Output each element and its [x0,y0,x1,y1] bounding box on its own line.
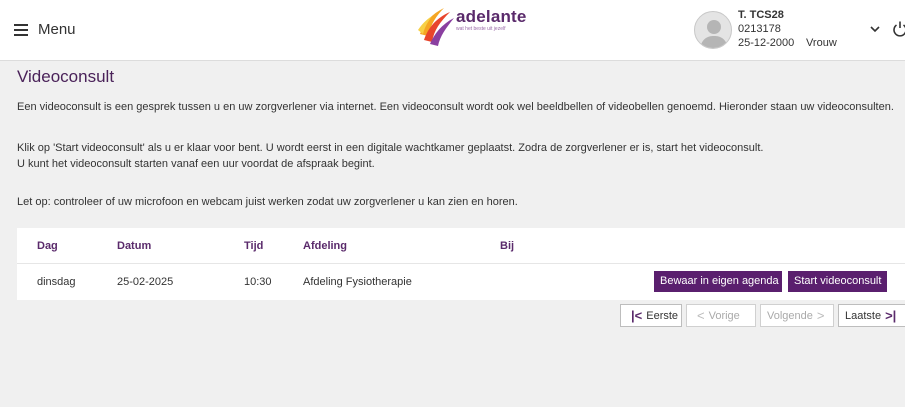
logo-wordmark: adelante [456,7,527,26]
avatar[interactable] [694,11,732,49]
instruction-text-2: U kunt het videoconsult starten vanaf ee… [17,158,375,170]
logo-tagline: wat het beste uit jezelf [456,26,506,32]
pagination-next-button[interactable]: Volgende > [760,304,834,327]
pagination-last-label: Laatste [845,309,882,322]
menu-label: Menu [38,21,76,38]
header-afdeling: Afdeling [303,240,347,252]
note-text: Let op: controleer of uw microfoon en we… [17,196,518,208]
cell-tijd: 10:30 [244,276,272,288]
videoconsult-table: Dag Datum Tijd Afdeling Bij dinsdag 25-0… [17,228,905,300]
table-header: Dag Datum Tijd Afdeling Bij [17,228,905,264]
header-datum: Datum [117,240,152,252]
first-page-icon: |< [631,308,643,323]
main-content: Videoconsult Een videoconsult is een ges… [17,67,897,208]
user-avatar-icon [700,20,728,48]
top-bar: Menu adelante wat het beste uit jezelf T… [0,0,905,61]
pagination-prev-button[interactable]: < Vorige [686,304,756,327]
logo-mark-icon [418,8,454,46]
page-title: Videoconsult [17,67,115,86]
header-bij: Bij [500,240,515,252]
power-icon[interactable] [892,20,905,38]
menu-button[interactable]: Menu [14,21,76,38]
patient-id: 0213178 [738,23,781,35]
intro-text: Een videoconsult is een gesprek tussen u… [17,101,894,113]
save-to-agenda-button[interactable]: Bewaar in eigen agenda [654,271,782,292]
pagination-next-label: Volgende [767,309,813,322]
pagination-prev-label: Vorige [708,309,740,322]
header-dag: Dag [37,240,58,252]
chevron-right-icon: > [816,308,825,323]
start-videoconsult-button[interactable]: Start videoconsult [788,271,887,292]
header-tijd: Tijd [244,240,264,252]
cell-datum: 25-02-2025 [117,276,174,288]
adelante-logo[interactable]: adelante wat het beste uit jezelf [414,4,554,48]
cell-dag: dinsdag [37,276,76,288]
pagination-last-button[interactable]: Laatste >| [838,304,905,327]
chevron-left-icon: < [697,308,705,323]
patient-dob: 25-12-2000 [738,37,795,49]
hamburger-icon [14,24,28,36]
table-row: dinsdag 25-02-2025 10:30 Afdeling Fysiot… [17,264,905,300]
last-page-icon: >| [885,308,897,323]
patient-gender: Vrouw [806,37,837,49]
chevron-down-icon[interactable] [868,22,882,36]
pagination-first-button[interactable]: |< Eerste [620,304,682,327]
cell-afdeling: Afdeling Fysiotherapie [303,276,412,288]
pagination-first-label: Eerste [646,309,679,322]
instruction-text-1: Klik op 'Start videoconsult' als u er kl… [17,142,764,154]
patient-name: T. TCS28 [738,9,784,21]
